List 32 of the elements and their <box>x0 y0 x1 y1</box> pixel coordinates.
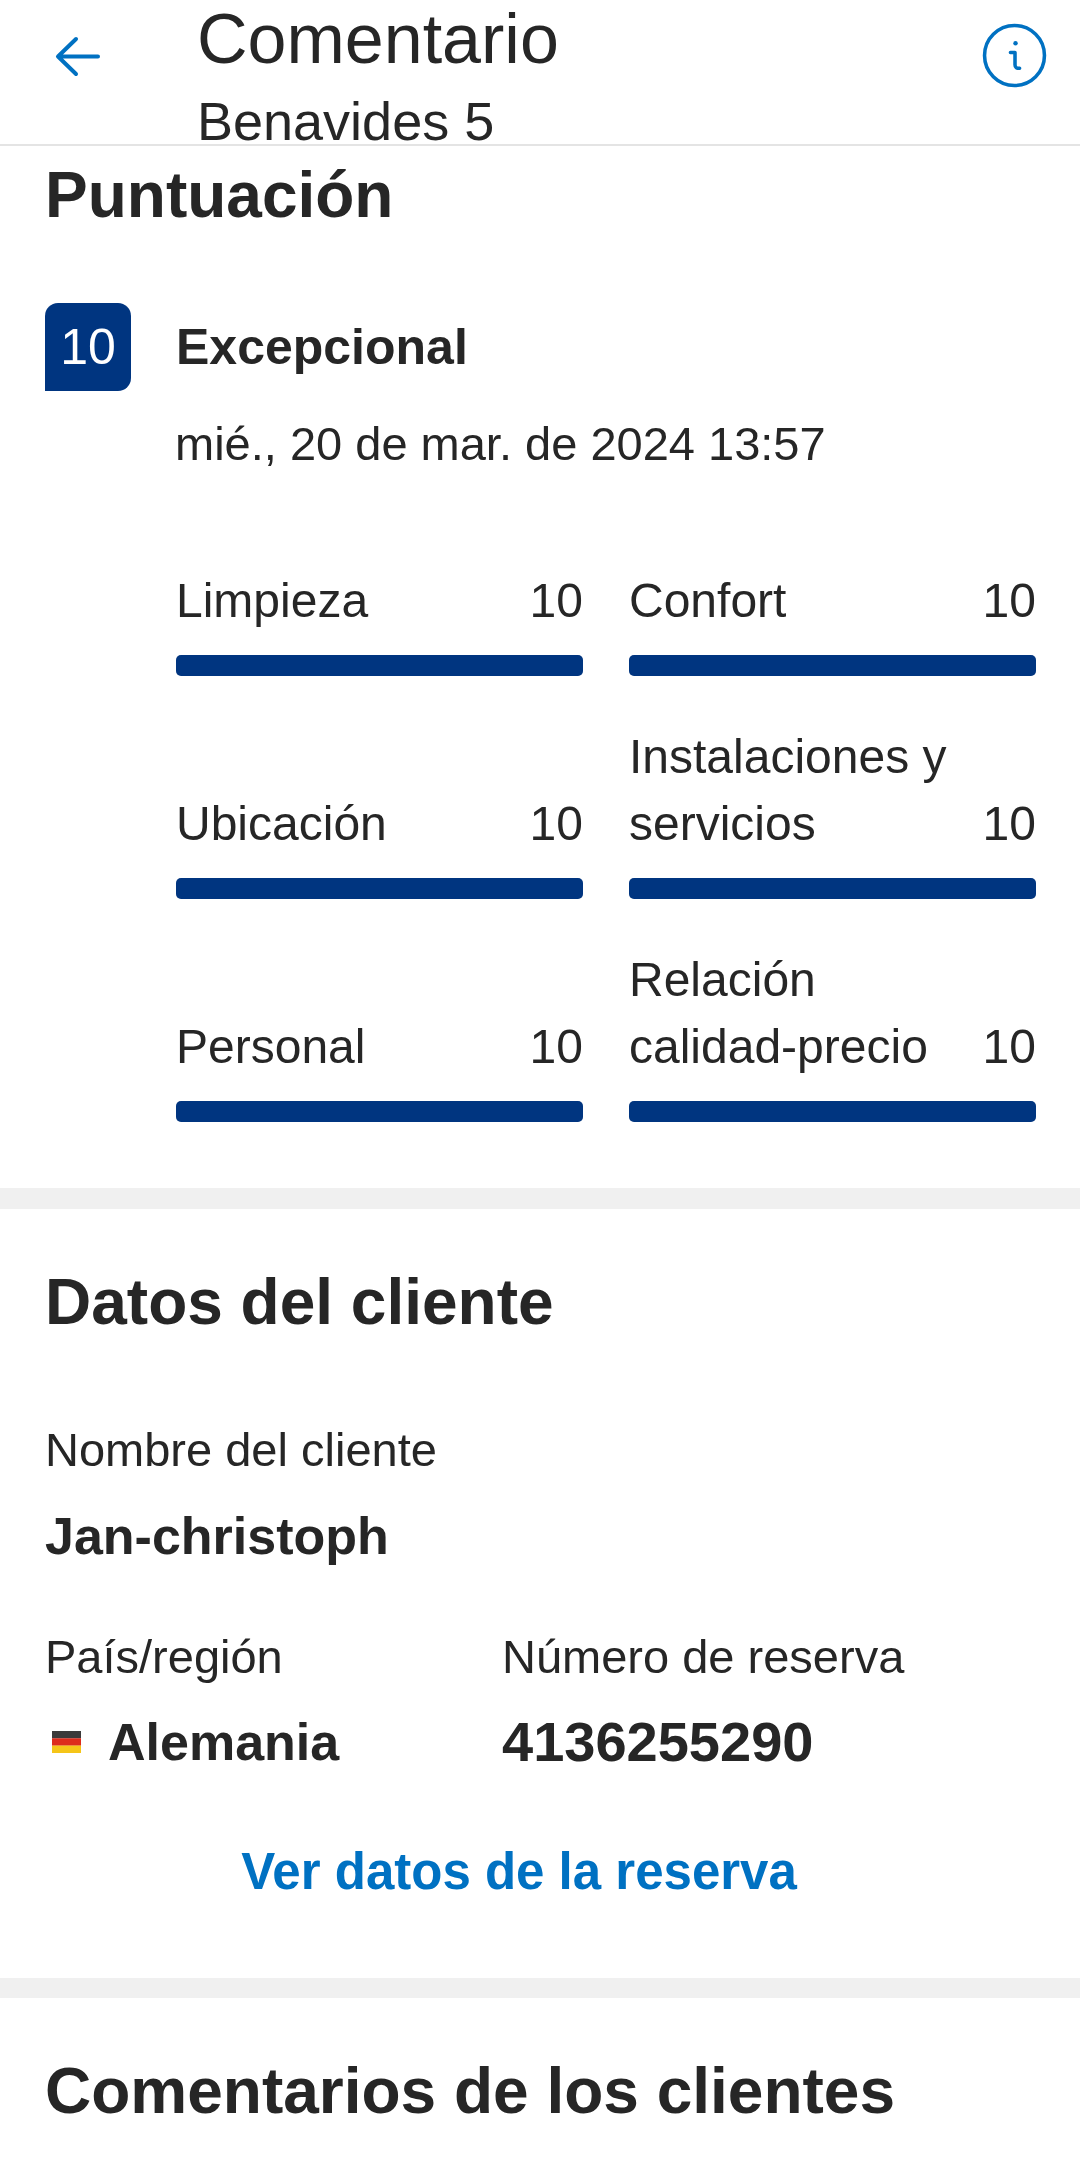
category-label: Confort <box>629 573 787 629</box>
category-score: 10 <box>982 796 1036 852</box>
guest-name: Jan-christoph <box>45 1508 390 1564</box>
field-label: Número de reserva <box>502 1631 906 1683</box>
reservation-number: 4136255290 <box>502 1712 815 1772</box>
screen-title: Comentario <box>197 4 559 74</box>
score-badge: 10 <box>45 303 131 391</box>
category-label: Personal <box>176 1019 366 1075</box>
back-arrow-icon <box>55 36 100 77</box>
info-icon <box>982 23 1047 88</box>
section-heading: Datos del cliente <box>45 1270 555 1334</box>
category-label: Limpieza <box>176 573 369 629</box>
category-label: Relación calidad-precio <box>629 952 929 1075</box>
category-label: Instalaciones y servicios <box>629 729 948 852</box>
section-heading: Puntuación <box>45 163 395 227</box>
category-score: 10 <box>529 796 583 852</box>
view-reservation-link[interactable]: Ver datos de la reserva <box>241 1844 797 1900</box>
field-label: País/región <box>45 1631 284 1683</box>
flag-icon <box>52 1731 81 1753</box>
field-label: Nombre del cliente <box>45 1424 438 1476</box>
category-score: 10 <box>529 573 583 629</box>
score-verdict: Excepcional <box>176 319 468 375</box>
category-score: 10 <box>982 573 1036 629</box>
review-date: mié., 20 de mar. de 2024 13:57 <box>175 417 826 470</box>
country-value: Alemania <box>108 1712 340 1772</box>
info-button[interactable] <box>982 23 1047 88</box>
category-label: Ubicación <box>176 796 387 852</box>
section-heading: Comentarios de los clientes <box>45 2059 897 2123</box>
back-button[interactable] <box>55 36 100 77</box>
screen-subtitle: Benavides 5 <box>197 98 496 144</box>
category-score: 10 <box>529 1019 583 1075</box>
category-score: 10 <box>982 1019 1036 1075</box>
